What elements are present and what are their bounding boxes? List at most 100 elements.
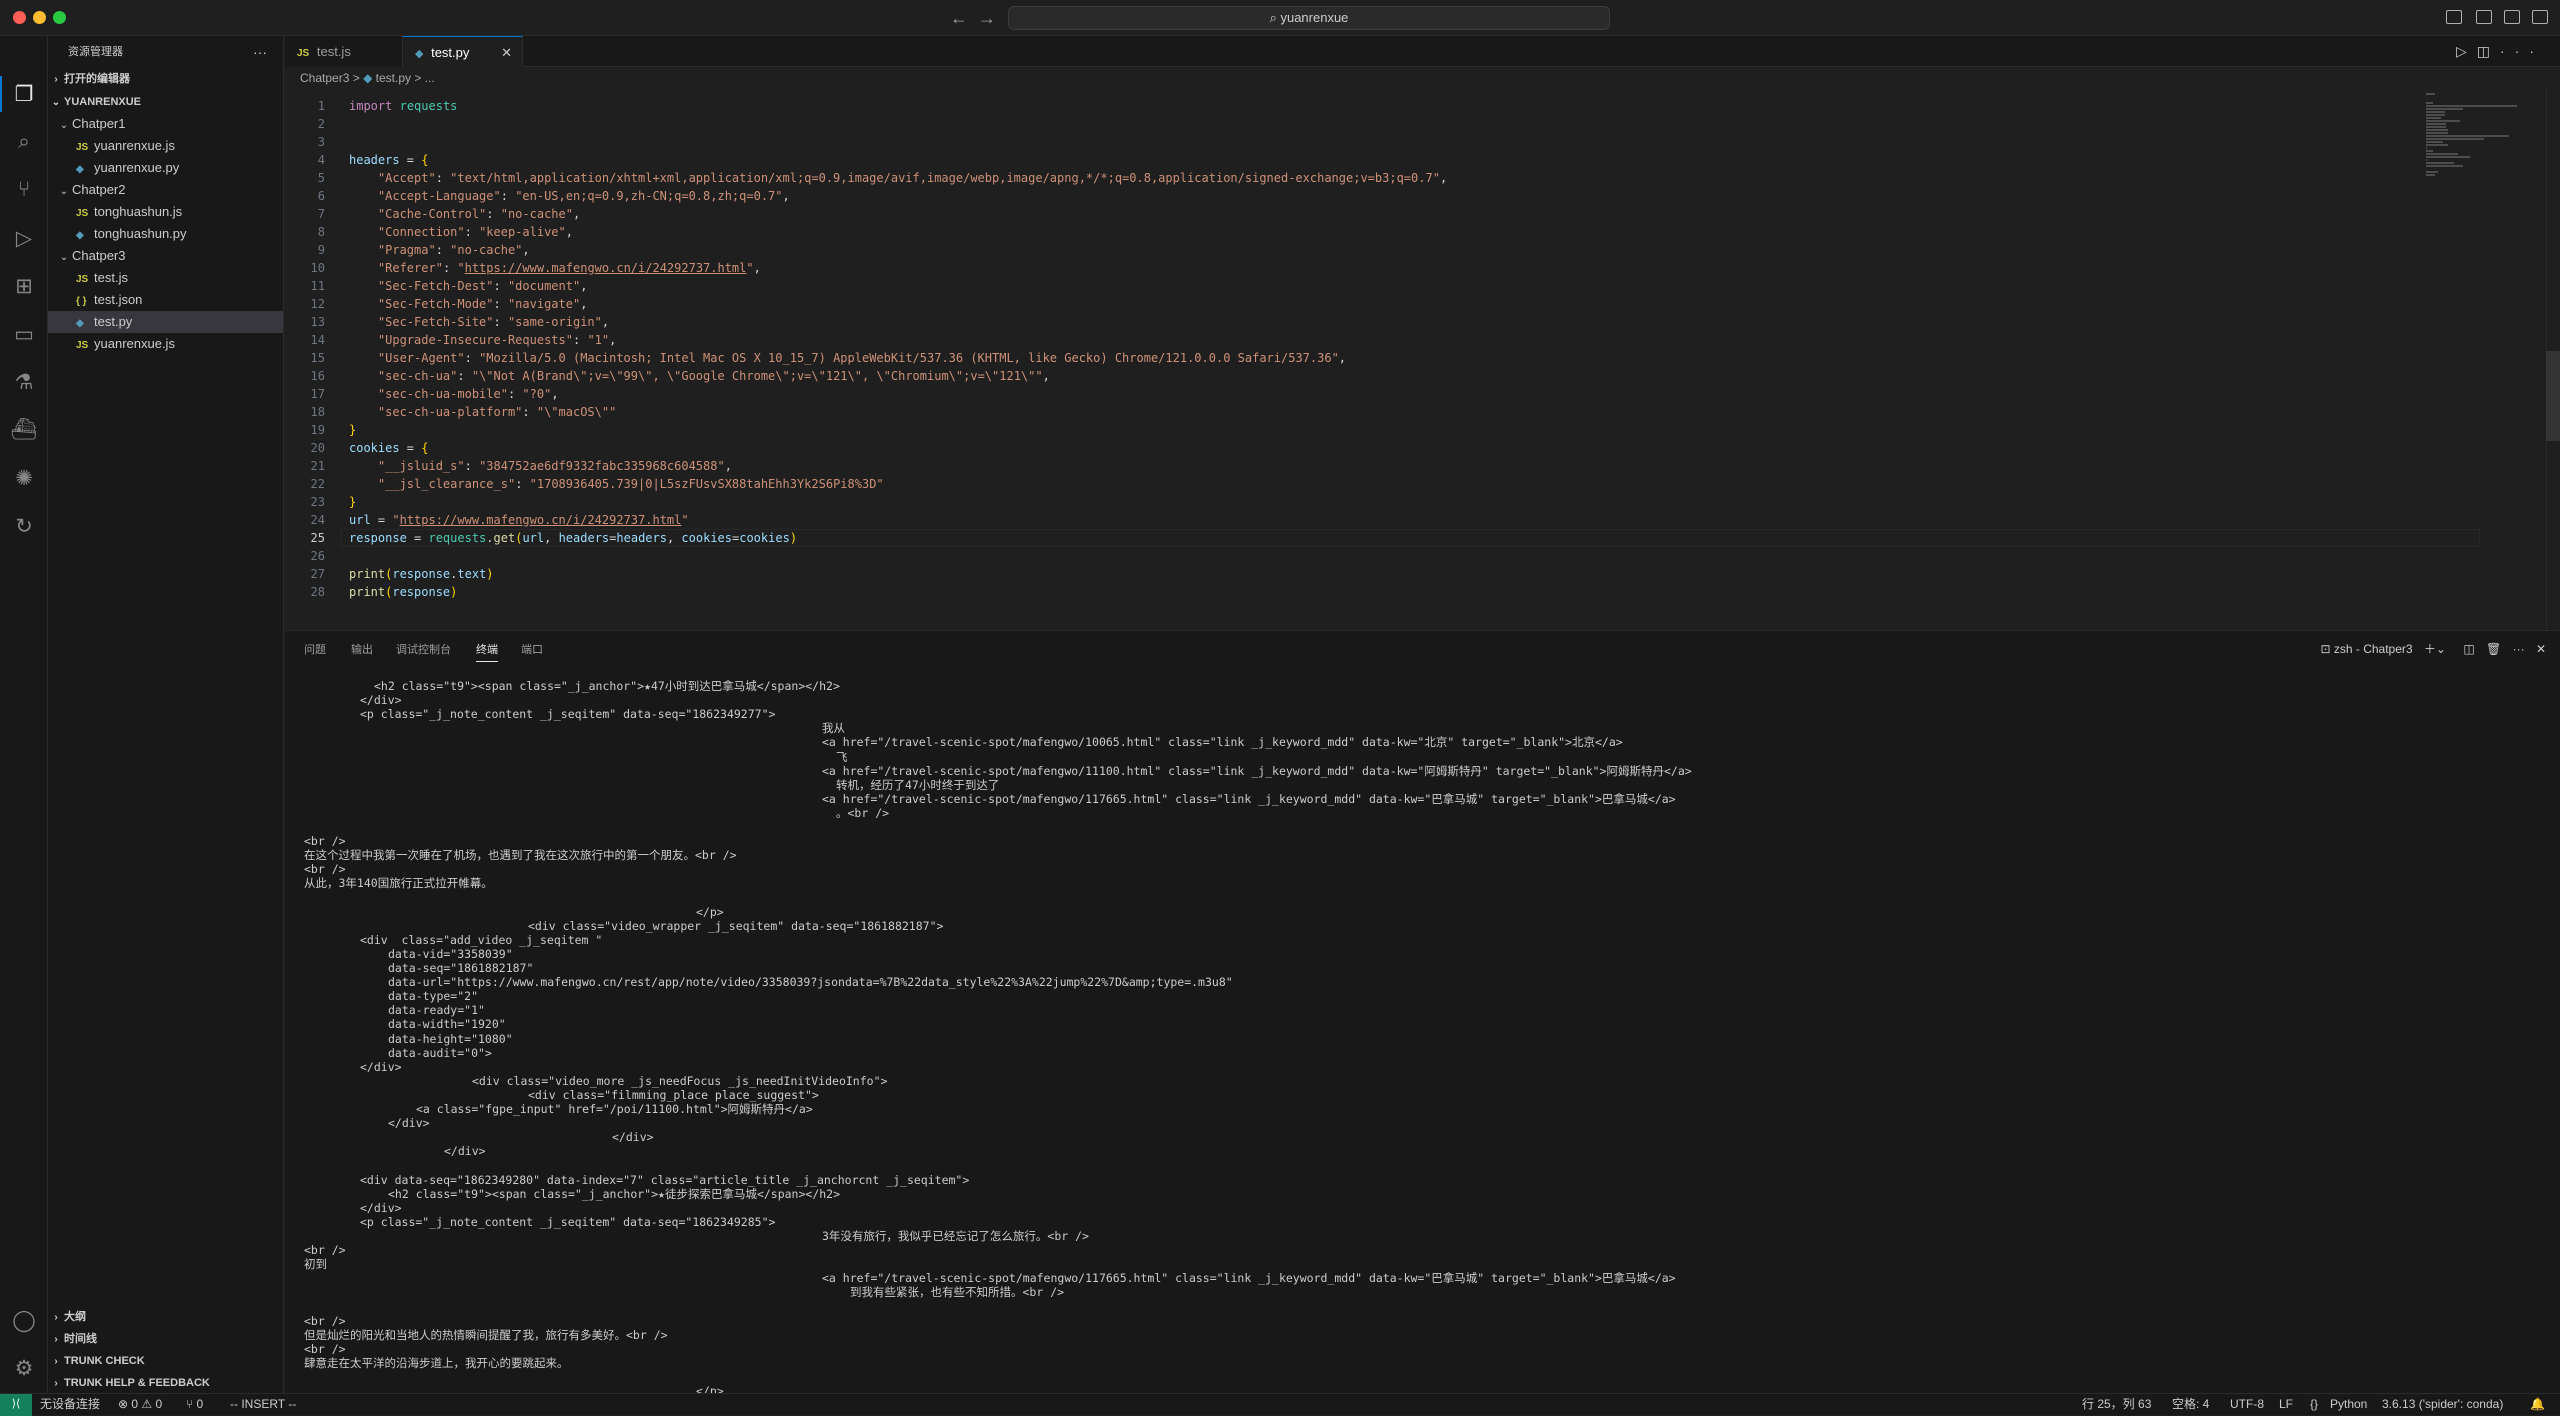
split-terminal-icon[interactable]: ◫ <box>2463 642 2474 656</box>
openai-icon[interactable]: ✺ <box>8 462 40 494</box>
terminal-line: <a class="fgpe_input" href="/poi/11100.h… <box>416 1102 813 1116</box>
problems-count[interactable]: ⊗ 0 ⚠ 0 <box>118 1394 162 1415</box>
remote-status[interactable]: 无设备连接 <box>40 1394 100 1415</box>
source-control-icon[interactable]: ⑂ <box>8 174 40 206</box>
breadcrumb-file[interactable]: test.py <box>376 71 411 85</box>
command-center-search[interactable]: ⌕ yuanrenxue <box>1008 6 1610 30</box>
code-line: "Connection": "keep-alive", <box>377 225 573 239</box>
run-debug-icon[interactable]: ▷ <box>8 222 40 254</box>
code-line: "sec-ch-ua": "\"Not A(Brand\";v=\"99\", … <box>377 369 1050 383</box>
more-actions-icon[interactable]: ··· <box>253 36 267 68</box>
timeline-history-icon[interactable]: ↻ <box>8 510 40 542</box>
indentation[interactable]: 空格: 4 <box>2172 1394 2209 1415</box>
minimap-line <box>2426 102 2433 104</box>
code-line: "sec-ch-ua-mobile": "?0", <box>377 387 559 401</box>
terminal-line: 。<br /> <box>836 805 890 820</box>
workspace-root[interactable]: ⌄ YUANRENXUE <box>48 91 283 113</box>
tree-item-label: Chatper3 <box>72 248 126 263</box>
close-tab-icon[interactable]: ✕ <box>501 37 512 68</box>
minimize-window-button[interactable] <box>33 11 46 24</box>
file-item[interactable]: ◆ test.py <box>48 311 283 333</box>
tab-test-js[interactable]: JS test.js <box>285 36 403 67</box>
close-panel-icon[interactable]: ✕ <box>2536 642 2546 656</box>
sidebar-section-2[interactable]: › TRUNK CHECK <box>48 1350 284 1372</box>
customize-layout-icon[interactable] <box>2532 10 2548 24</box>
settings-gear-icon[interactable]: ⚙ <box>8 1352 40 1384</box>
code-editor[interactable]: 1 import requests 2 3 4 headers = {5 "Accept"… <box>285 89 2560 629</box>
trash-icon[interactable]: 🗑 <box>2486 642 2501 656</box>
more-actions-icon[interactable]: ··· <box>2513 642 2525 656</box>
split-editor-icon[interactable]: ◫ <box>2477 43 2500 59</box>
sidebar-bottom-sections: › 大纲 › 时间线 › TRUNK CHECK › TRUNK HELP & FEEDBAC… <box>48 1306 284 1394</box>
terminal-line: <div class="video_more _js_needFocus _js… <box>472 1073 888 1088</box>
file-item[interactable]: JS yuanrenxue.js <box>48 333 283 355</box>
py-file-icon: ◆ <box>76 318 84 329</box>
tab-output[interactable]: 输出 <box>351 641 373 657</box>
code-line: "__jsluid_s": "384752ae6df9332fabc335968… <box>377 459 732 473</box>
file-item[interactable]: ◆ yuanrenxue.py <box>48 157 283 179</box>
breadcrumb-folder[interactable]: Chatper3 <box>300 71 349 85</box>
toggle-panel-icon[interactable] <box>2476 10 2492 24</box>
minimap-line <box>2426 111 2446 113</box>
toggle-secondary-sidebar-icon[interactable] <box>2504 10 2520 24</box>
open-editors-section[interactable]: › 打开的编辑器 <box>48 68 283 90</box>
braces-icon: {} <box>2310 1397 2319 1411</box>
more-actions-icon[interactable]: ··· <box>2500 43 2544 59</box>
file-item[interactable]: ◆ tonghuashun.py <box>48 223 283 245</box>
minimap[interactable] <box>2424 93 2544 213</box>
folder-item[interactable]: ⌄ Chatper2 <box>48 179 283 201</box>
back-arrow-icon[interactable]: ← <box>950 8 968 29</box>
cursor-position[interactable]: 行 25，列 63 <box>2082 1394 2151 1415</box>
tab-debug-console[interactable]: 调试控制台 <box>396 641 451 657</box>
active-indicator <box>0 76 2 112</box>
sidebar-section-3[interactable]: › TRUNK HELP & FEEDBACK <box>48 1372 284 1394</box>
sidebar-section-1[interactable]: › 时间线 <box>48 1328 284 1350</box>
tab-terminal[interactable]: 终端 <box>476 641 498 662</box>
testing-icon[interactable]: ⚗ <box>8 366 40 398</box>
minimap-line <box>2426 138 2485 140</box>
js-file-icon: JS <box>76 340 89 351</box>
python-interpreter[interactable]: 3.6.13 ('spider': conda) <box>2382 1394 2503 1415</box>
file-item[interactable]: { } test.json <box>48 289 283 311</box>
minimap-line <box>2426 156 2471 158</box>
encoding[interactable]: UTF-8 <box>2230 1394 2264 1415</box>
minimap-line <box>2426 114 2445 116</box>
end-of-line[interactable]: LF <box>2279 1394 2293 1415</box>
search-view-icon[interactable]: ⌕ <box>8 126 40 158</box>
scrollbar-thumb[interactable] <box>2546 351 2560 441</box>
sidebar-section-0[interactable]: › 大纲 <box>48 1306 284 1328</box>
language-mode[interactable]: Python <box>2330 1394 2367 1415</box>
editor-scrollbar[interactable] <box>2546 89 2560 629</box>
account-icon[interactable]: ◯ <box>8 1304 40 1336</box>
forward-arrow-icon[interactable]: → <box>978 8 996 29</box>
ports-count[interactable]: ⑂ 0 <box>186 1394 203 1415</box>
file-item[interactable]: JS yuanrenxue.js <box>48 135 283 157</box>
terminal-line: <a href="/travel-scenic-spot/mafengwo/10… <box>822 735 1623 750</box>
docker-icon[interactable]: ⛴ <box>8 414 40 446</box>
extensions-icon[interactable]: ⊞ <box>8 270 40 302</box>
file-item[interactable]: JS test.js <box>48 267 283 289</box>
tab-problems[interactable]: 问题 <box>304 641 326 657</box>
terminal-name[interactable]: zsh - Chatper3 <box>2334 642 2413 656</box>
notifications-bell-icon[interactable]: 🔔 <box>2530 1394 2545 1415</box>
file-item[interactable]: JS tonghuashun.js <box>48 201 283 223</box>
maximize-window-button[interactable] <box>53 11 66 24</box>
remote-explorer-icon[interactable]: ▭ <box>8 318 40 350</box>
folder-item[interactable]: ⌄ Chatper3 <box>48 245 283 267</box>
tree-item-label: tonghuashun.py <box>94 226 187 241</box>
tab-test-py[interactable]: ◆ test.py ✕ <box>403 36 523 67</box>
explorer-icon[interactable]: ❐ <box>8 78 40 110</box>
breadcrumb-symbol[interactable]: ... <box>425 71 435 85</box>
folder-item[interactable]: ⌄ Chatper1 <box>48 113 283 135</box>
new-terminal-icon[interactable]: ＋⌄ <box>2424 642 2446 656</box>
terminal-line: <br /> <box>304 862 346 877</box>
toggle-sidebar-icon[interactable] <box>2446 10 2462 24</box>
close-window-button[interactable] <box>13 11 26 24</box>
minimap-line <box>2426 147 2427 149</box>
tab-ports[interactable]: 端口 <box>521 641 543 657</box>
tree-item-label: test.json <box>94 292 143 307</box>
remote-indicator-icon[interactable]: ⟩⟨ <box>0 1394 32 1416</box>
terminal-output[interactable]: <h2 class="t9"><span class="_j_anchor">★… <box>304 679 2560 1393</box>
search-text: yuanrenxue <box>1280 10 1349 25</box>
run-file-icon[interactable]: ▷ <box>2456 43 2477 59</box>
